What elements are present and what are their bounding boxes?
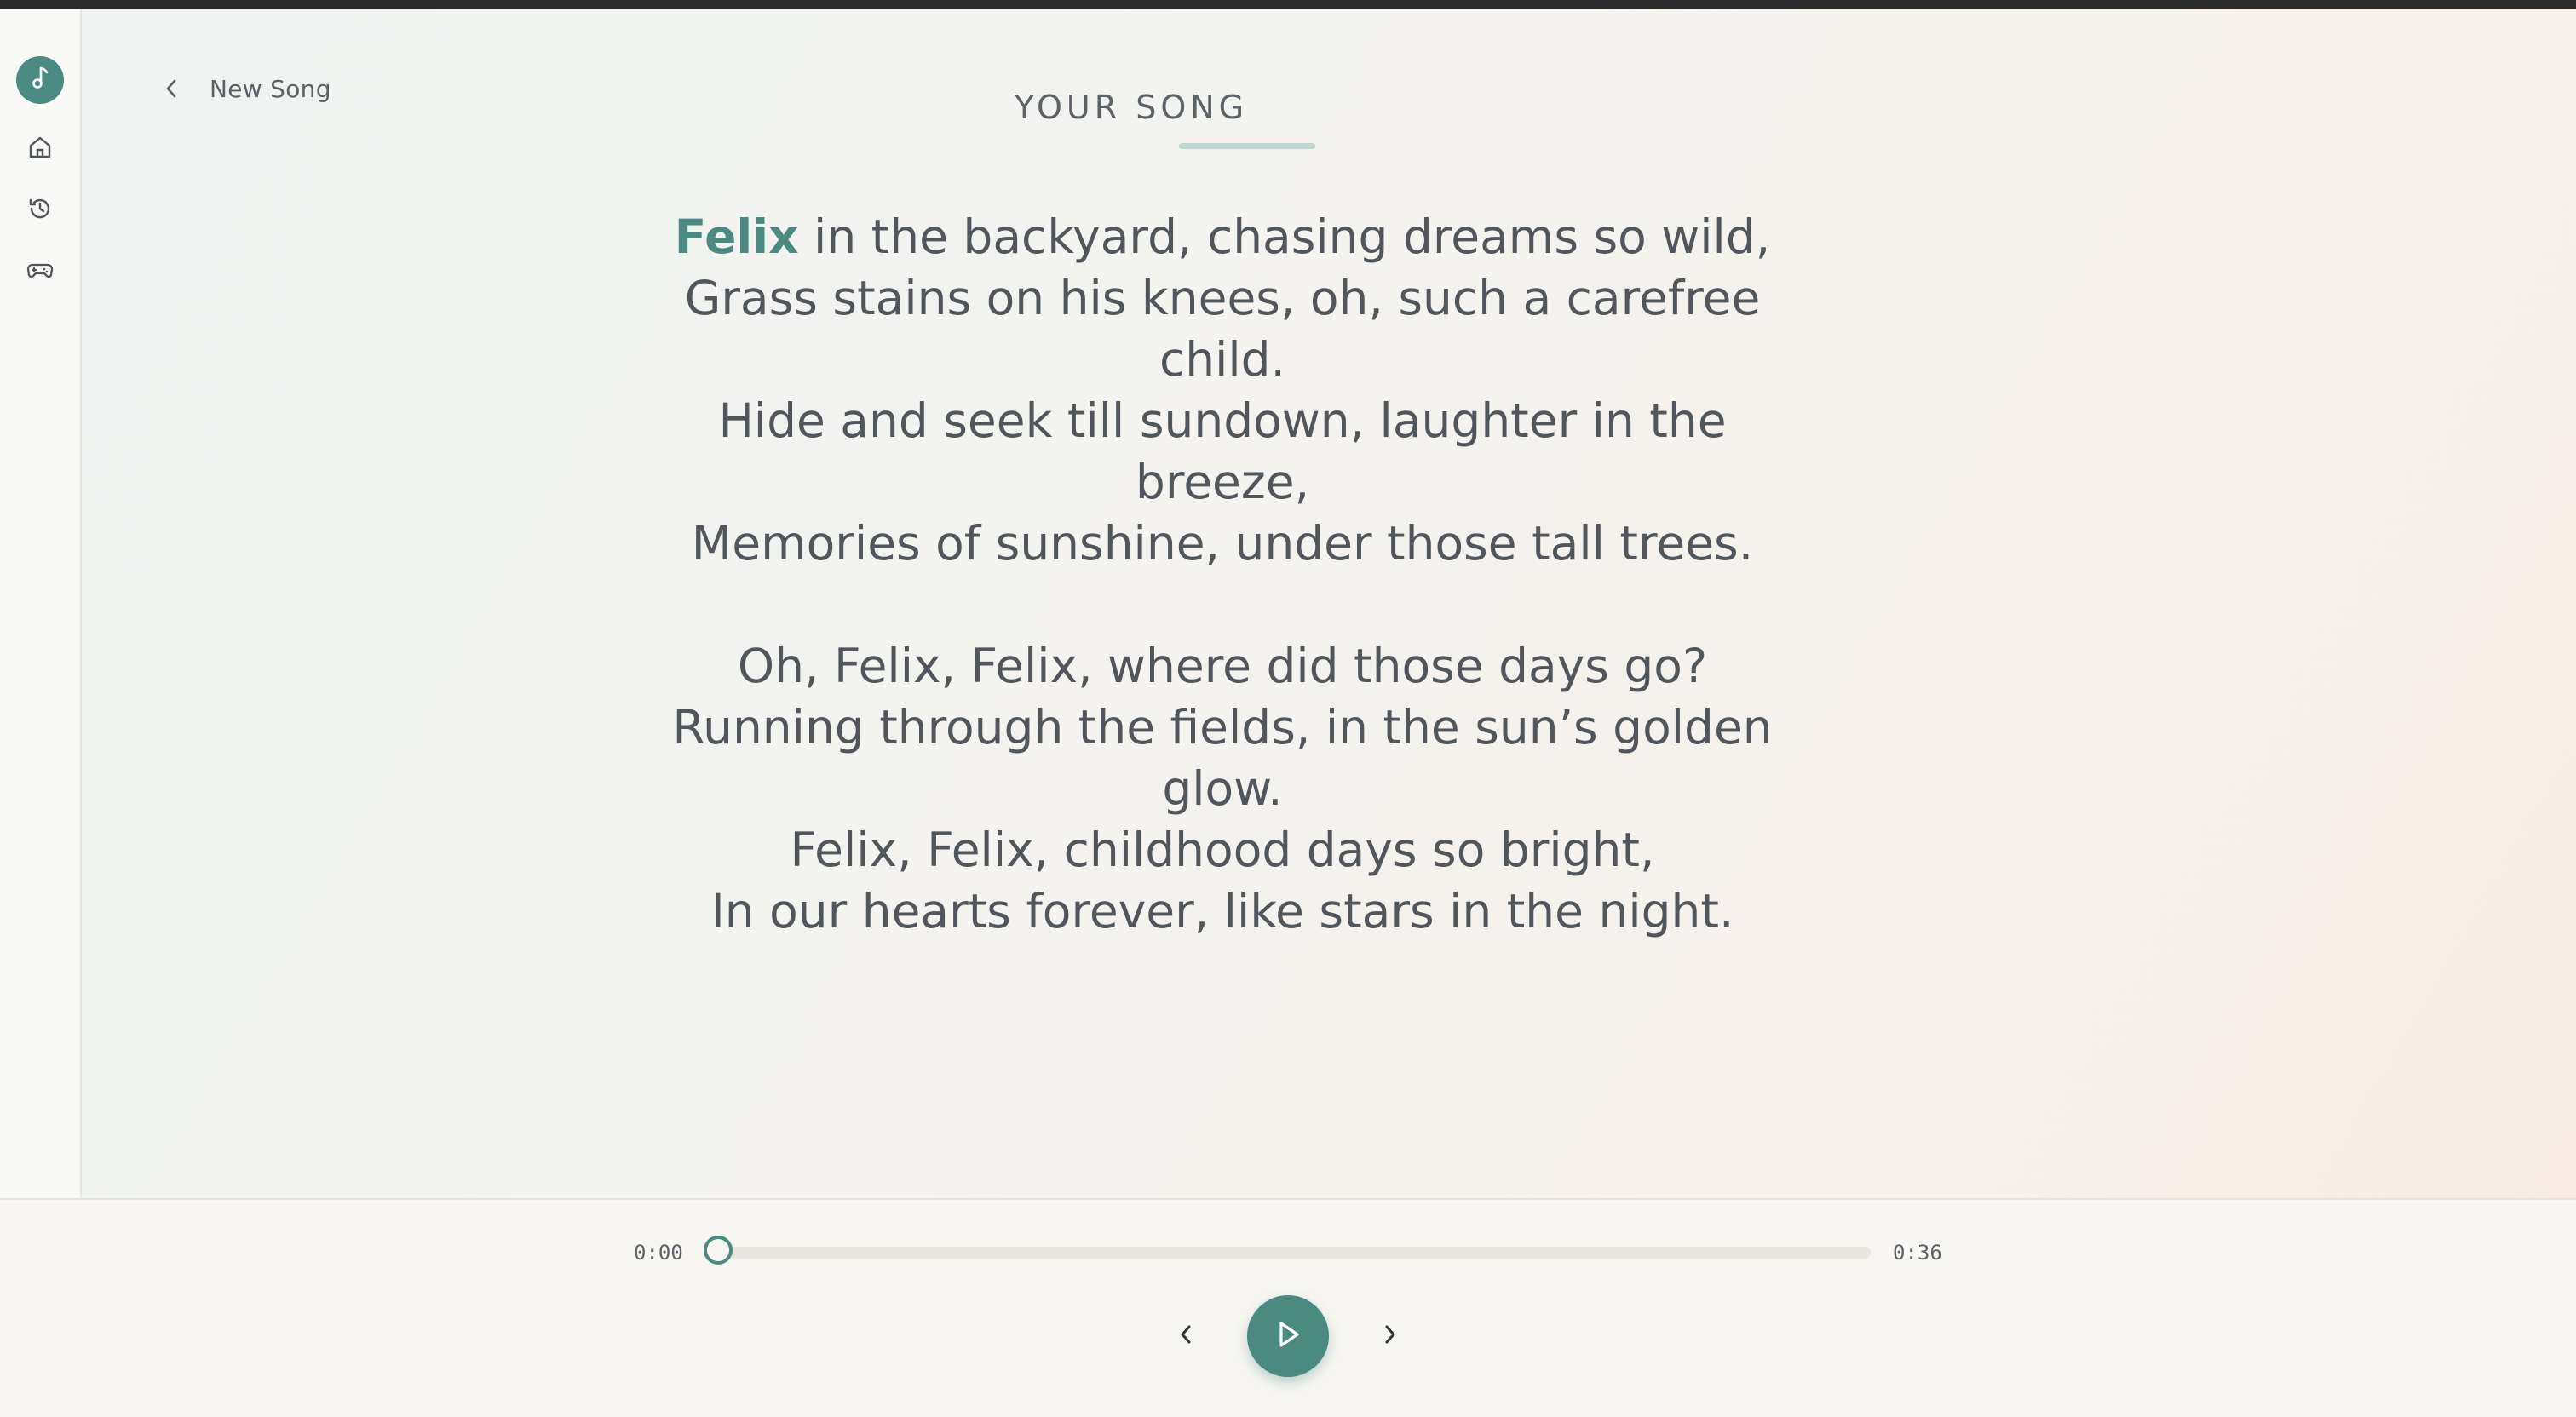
music-note-icon — [29, 66, 51, 95]
sidebar-item-games[interactable] — [26, 257, 55, 286]
gamepad-icon — [26, 257, 54, 286]
previous-button[interactable] — [1169, 1319, 1203, 1353]
chevron-right-icon — [1381, 1322, 1400, 1351]
chevron-left-icon — [157, 74, 186, 103]
lyric-line: Oh, Felix, Felix, where did those days g… — [737, 639, 1708, 693]
back-button[interactable]: New Song — [157, 68, 331, 109]
lyrics: Felix in the backyard, chasing dreams so… — [647, 206, 1797, 1003]
play-button[interactable] — [1247, 1295, 1329, 1377]
next-button[interactable] — [1373, 1319, 1407, 1353]
total-time: 0:36 — [1893, 1241, 1942, 1265]
lyric-line: Felix in the backyard, chasing dreams so… — [647, 206, 1797, 267]
audio-player: 0:00 0:36 — [0, 1198, 2576, 1417]
lyrics-stanza-1: Felix in the backyard, chasing dreams so… — [647, 206, 1797, 574]
sidebar-item-history[interactable] — [26, 196, 55, 225]
play-icon — [1272, 1317, 1304, 1355]
lyric-line: Felix, Felix, childhood days so bright, — [790, 823, 1655, 877]
progress-thumb[interactable] — [704, 1236, 733, 1265]
title-underline — [1179, 143, 1315, 149]
lyric-line: In our hearts forever, like stars in the… — [710, 884, 1734, 938]
window-top-bar — [0, 0, 2576, 9]
home-icon — [27, 135, 53, 164]
page-title: YOUR SONG — [1014, 89, 1249, 126]
chevron-left-icon — [1176, 1322, 1195, 1351]
current-time: 0:00 — [634, 1241, 683, 1265]
lyric-line: Running through the fields, in the sun’s… — [672, 700, 1773, 816]
progress-track[interactable] — [721, 1247, 1871, 1259]
history-icon — [27, 196, 53, 225]
lyric-line-text: in the backyard, chasing dreams so wild, — [798, 209, 1771, 264]
lyric-line: Memories of sunshine, under those tall t… — [691, 516, 1754, 571]
app-logo[interactable] — [16, 56, 64, 104]
lyric-line: Hide and seek till sundown, laughter in … — [718, 393, 1727, 509]
lyric-line: Grass stains on his knees, oh, such a ca… — [684, 271, 1761, 387]
highlighted-name: Felix — [674, 209, 799, 264]
sidebar-item-home[interactable] — [26, 135, 55, 164]
sidebar — [0, 9, 82, 1198]
lyrics-stanza-2: Oh, Felix, Felix, where did those days g… — [647, 635, 1797, 942]
